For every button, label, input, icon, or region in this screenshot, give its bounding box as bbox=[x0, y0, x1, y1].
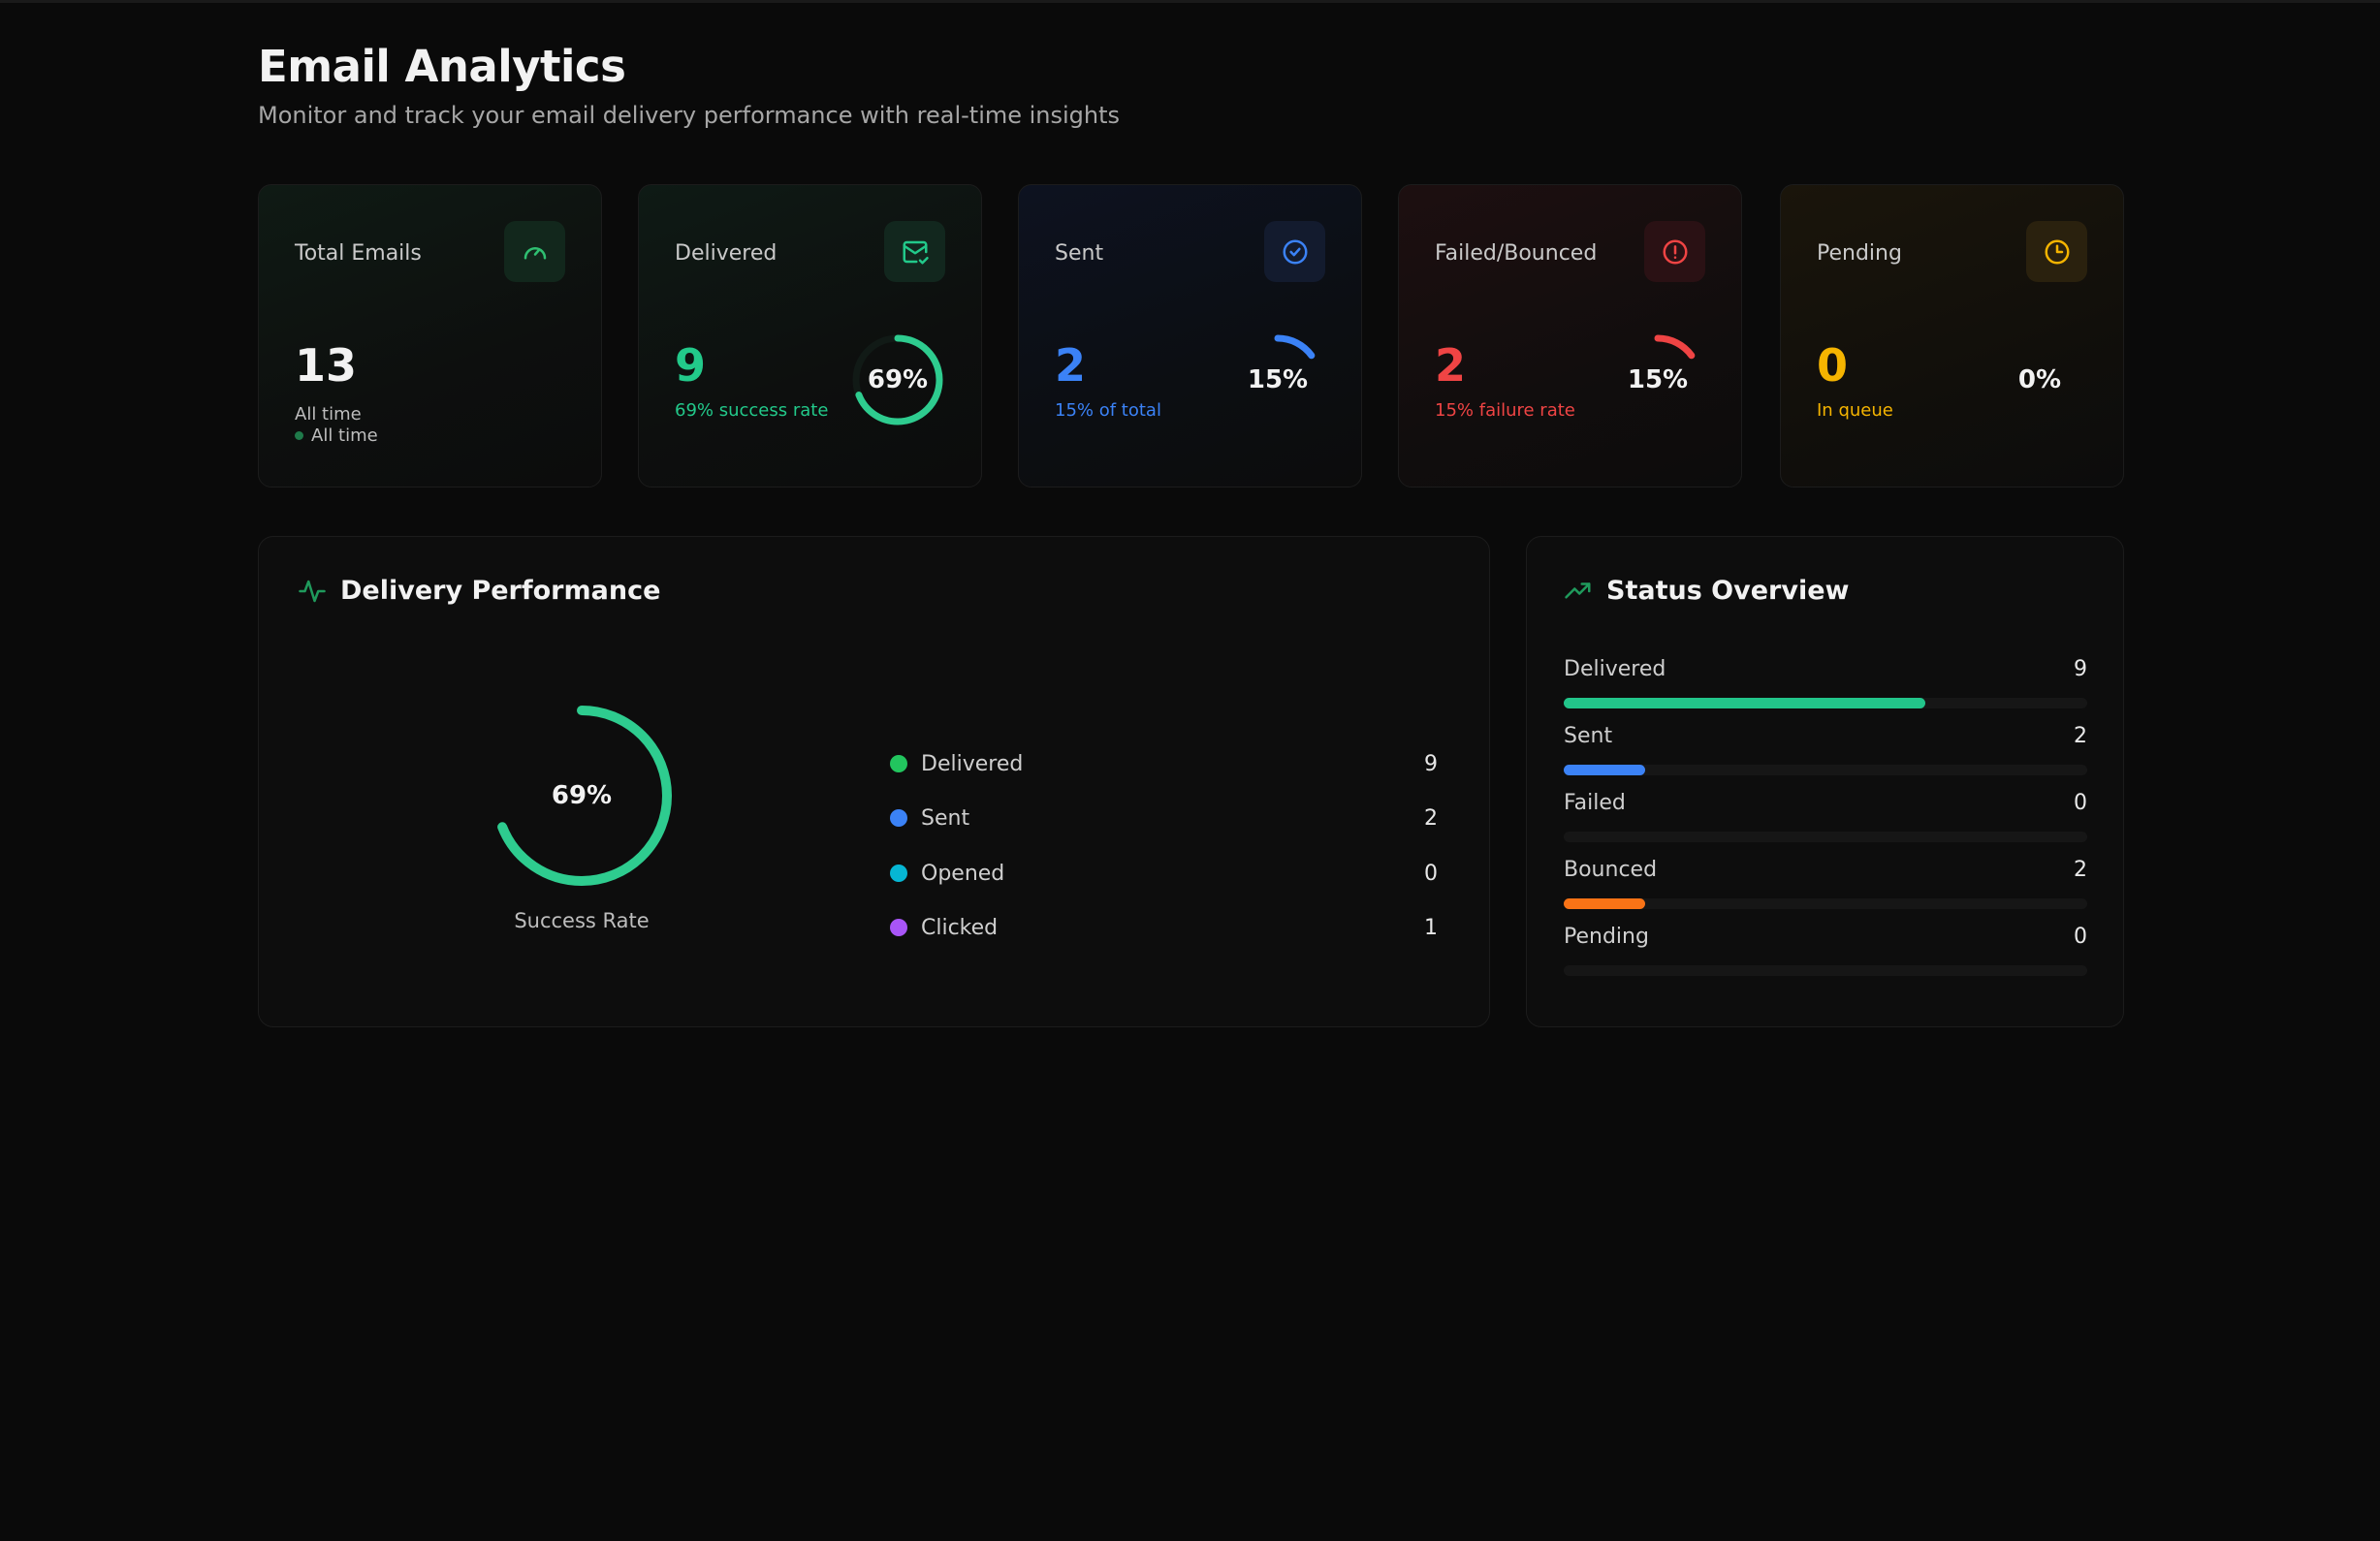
legend-value: 9 bbox=[1424, 751, 1438, 776]
top-border bbox=[0, 0, 2380, 3]
status-dot bbox=[295, 431, 303, 440]
legend-label: Opened bbox=[921, 861, 1005, 886]
status-overview-panel: Status Overview Delivered 9 Sent 2 Faile… bbox=[1526, 536, 2124, 1027]
status-bar-track bbox=[1564, 965, 2087, 976]
card-subtext-secondary: All time bbox=[311, 425, 378, 446]
card-subtext: In queue bbox=[1817, 400, 1893, 421]
stat-cards: Total Emails 13 All time All time Delive… bbox=[258, 184, 2124, 489]
legend-dot bbox=[890, 865, 907, 882]
card-label: Pending bbox=[1817, 241, 1902, 266]
page-subtitle: Monitor and track your email delivery pe… bbox=[258, 102, 1121, 129]
card-subtext: 69% success rate bbox=[675, 400, 829, 421]
legend-dot bbox=[890, 919, 907, 936]
progress-ring: 69% bbox=[850, 332, 945, 427]
alert-circle-icon bbox=[1644, 221, 1705, 282]
page-title: Email Analytics bbox=[258, 41, 626, 92]
check-circle-icon bbox=[1264, 221, 1325, 282]
card-label: Total Emails bbox=[295, 241, 422, 266]
status-value: 2 bbox=[2074, 723, 2087, 748]
status-row-bounced: Bounced 2 bbox=[1564, 854, 2087, 909]
legend-value: 1 bbox=[1424, 915, 1438, 940]
card-delivered: Delivered 9 69% success rate 69% bbox=[638, 184, 982, 487]
status-value: 0 bbox=[2074, 790, 2087, 815]
status-label: Pending bbox=[1564, 924, 1649, 949]
mail-check-icon bbox=[884, 221, 945, 282]
panel-title: Status Overview bbox=[1564, 576, 1849, 606]
card-subtext: 15% of total bbox=[1055, 400, 1161, 421]
status-label: Bounced bbox=[1564, 857, 1658, 882]
legend-item-sent: Sent 2 bbox=[890, 799, 1438, 837]
clock-icon bbox=[2026, 221, 2087, 282]
panel-title: Delivery Performance bbox=[298, 576, 660, 606]
legend-value: 2 bbox=[1424, 805, 1438, 831]
status-label: Sent bbox=[1564, 723, 1613, 748]
legend-item-clicked: Clicked 1 bbox=[890, 908, 1438, 947]
legend-value: 0 bbox=[1424, 861, 1438, 886]
progress-ring: 15% bbox=[1230, 332, 1325, 427]
card-label: Failed/Bounced bbox=[1435, 241, 1598, 266]
status-row-pending: Pending 0 bbox=[1564, 921, 2087, 976]
status-label: Delivered bbox=[1564, 656, 1666, 681]
panel-title-text: Status Overview bbox=[1606, 576, 1850, 606]
card-pending: Pending 0 In queue 0% bbox=[1780, 184, 2124, 487]
card-label: Sent bbox=[1055, 241, 1104, 266]
progress-ring: 0% bbox=[1992, 332, 2087, 427]
success-rate-ring: 69% bbox=[490, 704, 674, 888]
card-value: 2 bbox=[1435, 339, 1467, 392]
analytics-page: Email Analytics Monitor and track your e… bbox=[258, 39, 2124, 1027]
status-bar-fill bbox=[1564, 898, 1645, 909]
status-label: Failed bbox=[1564, 790, 1626, 815]
status-bar-track bbox=[1564, 832, 2087, 842]
status-bar-track bbox=[1564, 765, 2087, 775]
card-value: 2 bbox=[1055, 339, 1087, 392]
legend-label: Clicked bbox=[921, 915, 999, 940]
status-bar-track bbox=[1564, 698, 2087, 708]
status-row-sent: Sent 2 bbox=[1564, 720, 2087, 775]
legend-item-delivered: Delivered 9 bbox=[890, 744, 1438, 783]
success-rate-value: 69% bbox=[551, 781, 613, 810]
card-total-emails: Total Emails 13 All time All time bbox=[258, 184, 602, 487]
card-value: 13 bbox=[295, 339, 358, 392]
legend-label: Sent bbox=[921, 805, 970, 831]
trending-up-icon bbox=[1564, 577, 1593, 606]
progress-label: 69% bbox=[867, 365, 929, 394]
progress-ring: 15% bbox=[1610, 332, 1705, 427]
success-rate-caption: Success Rate bbox=[514, 909, 650, 932]
progress-label: 15% bbox=[1247, 365, 1309, 394]
card-value: 0 bbox=[1817, 339, 1849, 392]
status-bar-fill bbox=[1564, 698, 1925, 708]
legend-label: Delivered bbox=[921, 751, 1024, 776]
status-value: 0 bbox=[2074, 924, 2087, 949]
card-subtext: 15% failure rate bbox=[1435, 400, 1575, 421]
panel-title-text: Delivery Performance bbox=[340, 576, 661, 606]
legend-item-opened: Opened 0 bbox=[890, 854, 1438, 893]
card-subtext: All time bbox=[295, 404, 362, 425]
status-value: 2 bbox=[2074, 857, 2087, 882]
card-failed-bounced: Failed/Bounced 2 15% failure rate 15% bbox=[1398, 184, 1742, 487]
legend-dot bbox=[890, 809, 907, 827]
status-row-failed: Failed 0 bbox=[1564, 787, 2087, 842]
status-bar-track bbox=[1564, 898, 2087, 909]
card-value: 9 bbox=[675, 339, 707, 392]
speedometer-icon bbox=[504, 221, 565, 282]
delivery-performance-panel: Delivery Performance 69% Success Rate De… bbox=[258, 536, 1490, 1027]
progress-label: 0% bbox=[2017, 365, 2062, 394]
status-value: 9 bbox=[2074, 656, 2087, 681]
card-subtext-indicator: All time bbox=[295, 425, 378, 446]
card-sent: Sent 2 15% of total 15% bbox=[1018, 184, 1362, 487]
activity-icon bbox=[298, 577, 327, 606]
status-row-delivered: Delivered 9 bbox=[1564, 653, 2087, 708]
progress-label: 15% bbox=[1627, 365, 1689, 394]
card-label: Delivered bbox=[675, 241, 777, 266]
legend-dot bbox=[890, 755, 907, 772]
status-bar-fill bbox=[1564, 765, 1645, 775]
